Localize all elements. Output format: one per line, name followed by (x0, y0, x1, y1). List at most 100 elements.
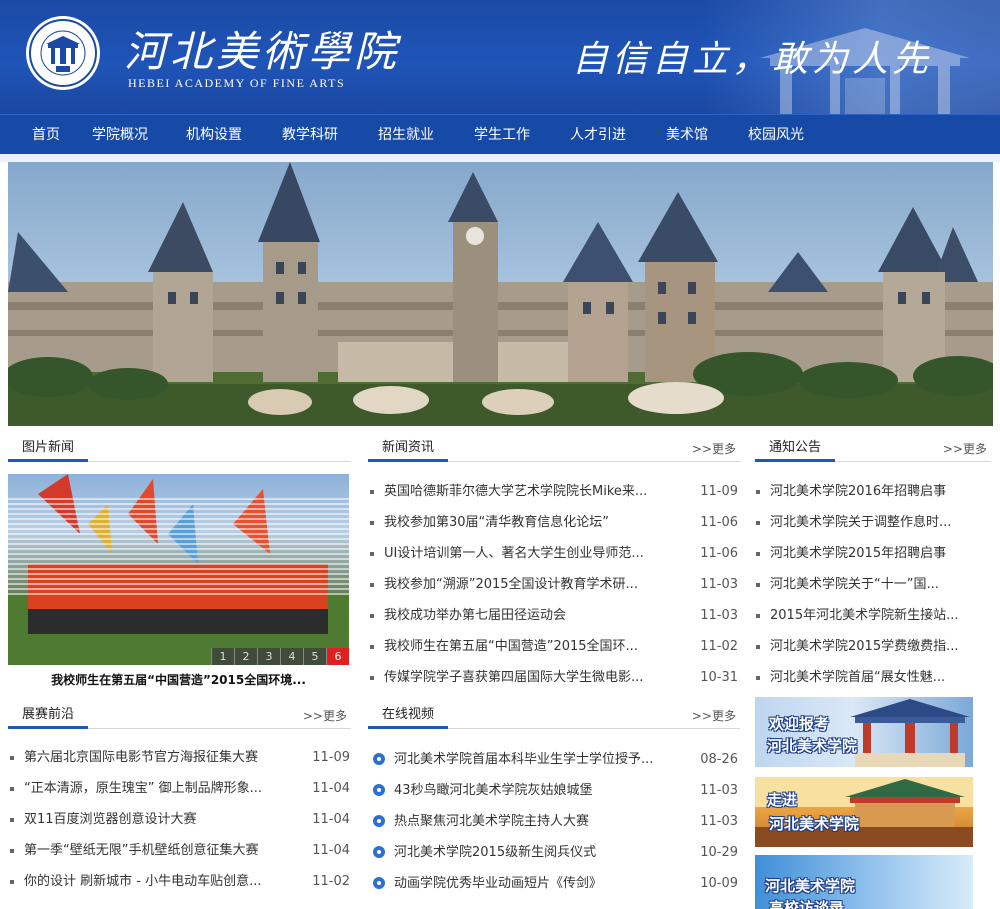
play-icon (373, 784, 385, 796)
play-icon (373, 753, 385, 765)
list-item[interactable]: 河北美术学院2015学费缴费指... (756, 631, 986, 662)
pager-1[interactable]: 1 (211, 648, 234, 665)
nav-item-talent[interactable]: 人才引进 (550, 115, 646, 155)
list-item[interactable]: UI设计培训第一人、著名大学生创业导师范... 11-06 (370, 538, 738, 569)
ad2-line2: 河北美术学院 (769, 815, 860, 833)
exhibitions-title[interactable]: 展赛前沿 (8, 707, 89, 729)
site-header: 河北美術學院 HEBEI ACADEMY OF FINE ARTS 自信自立，敢… (0, 0, 1000, 114)
videos-title[interactable]: 在线视频 (368, 707, 449, 729)
bullet-icon (370, 645, 374, 649)
news-list: 英国哈德斯菲尔德大学艺术学院院长Mike来... 11-09 我校参加第30届“清… (370, 476, 738, 693)
notices-more-link[interactable]: >>更多 (943, 440, 987, 457)
admission-banner[interactable]: 欢迎报考 河北美术学院 (755, 697, 973, 767)
bullet-icon (756, 614, 760, 618)
pager-6[interactable]: 6 (326, 648, 349, 665)
nav-item-home[interactable]: 首页 (20, 115, 72, 155)
ad2-line1: 走进 (767, 791, 798, 809)
list-item[interactable]: 河北美术学院首届“展女性魅... (756, 662, 986, 693)
bullet-icon (756, 490, 760, 494)
videos-list: 河北美术学院首届本科毕业生学士学位授予... 08-26 43秒鸟瞰河北美术学院灰… (372, 744, 738, 899)
ad1-line2: 河北美术学院 (767, 737, 858, 755)
more-arrows-icon: >> (942, 442, 963, 456)
play-icon (373, 815, 385, 827)
exhibitions-list: 第六届北京国际电影节官方海报征集大赛 11-09 “正本清源，原生瑰宝” 御上制品… (10, 742, 350, 897)
nav-item-campus[interactable]: 校园风光 (728, 115, 824, 155)
bullet-icon (370, 521, 374, 525)
exhibitions-header: 展赛前沿 >>更多 (8, 707, 351, 729)
list-item[interactable]: 我校参加第30届“清华教育信息化论坛” 11-06 (370, 507, 738, 538)
list-item[interactable]: 我校参加“溯源”2015全国设计教育学术研... 11-03 (370, 569, 738, 600)
castle-illustration-icon (8, 162, 993, 426)
videos-more-link[interactable]: >>更多 (692, 707, 736, 724)
notices-list: 河北美术学院2016年招聘启事 河北美术学院关于调整作息时... 河北美术学院2… (756, 476, 986, 693)
list-item[interactable]: 河北美术学院关于调整作息时... (756, 507, 986, 538)
pager-2[interactable]: 2 (234, 648, 257, 665)
list-item[interactable]: 河北美术学院2016年招聘启事 (756, 476, 986, 507)
nav-item-students[interactable]: 学生工作 (454, 115, 550, 155)
news-more-link[interactable]: >>更多 (692, 440, 736, 457)
bullet-icon (10, 849, 14, 853)
exhibitions-more-link[interactable]: >>更多 (303, 707, 347, 724)
logo-english: HEBEI ACADEMY OF FINE ARTS (128, 76, 346, 90)
list-item[interactable]: 河北美术学院2015级新生阅兵仪式 10-29 (372, 837, 738, 868)
list-item[interactable]: 我校成功举办第七届田径运动会 11-03 (370, 600, 738, 631)
list-item[interactable]: 第六届北京国际电影节官方海报征集大赛 11-09 (10, 742, 350, 773)
notices-title[interactable]: 通知公告 (755, 440, 836, 462)
main-nav: 首页 学院概况 机构设置 教学科研 招生就业 学生工作 人才引进 美术馆 校园风… (0, 114, 1000, 154)
logo-chinese[interactable]: 河北美術學院 (124, 18, 400, 79)
bullet-icon (756, 521, 760, 525)
photo-news-title[interactable]: 图片新闻 (8, 440, 89, 462)
bullet-icon (756, 552, 760, 556)
list-item[interactable]: “正本清源，原生瑰宝” 御上制品牌形象... 11-04 (10, 773, 350, 804)
bullet-icon (370, 583, 374, 587)
academy-seal-icon (26, 16, 100, 90)
nav-item-gallery[interactable]: 美术馆 (646, 115, 728, 155)
list-item[interactable]: 河北美术学院首届本科毕业生学士学位授予... 08-26 (372, 744, 738, 775)
photo-stripes (8, 498, 349, 598)
list-item[interactable]: 第一季“壁纸无限”手机壁纸创意征集大赛 11-04 (10, 835, 350, 866)
nav-item-admissions[interactable]: 招生就业 (358, 115, 454, 155)
banner-image[interactable] (8, 162, 993, 426)
videos-more-label: 更多 (711, 709, 736, 723)
bullet-icon (756, 676, 760, 680)
bullet-icon (10, 818, 14, 822)
nav-item-about[interactable]: 学院概况 (72, 115, 166, 155)
bullet-icon (10, 787, 14, 791)
more-arrows-icon: >> (302, 709, 323, 723)
news-more-label: 更多 (711, 442, 736, 456)
nav-item-teaching[interactable]: 教学科研 (262, 115, 358, 155)
notices-more-label: 更多 (962, 442, 987, 456)
bullet-icon (370, 552, 374, 556)
photo-pager: 1 2 3 4 5 6 (211, 648, 349, 665)
list-item[interactable]: 河北美术学院关于“十一”国... (756, 569, 986, 600)
exhibitions-more-label: 更多 (322, 709, 347, 723)
list-item[interactable]: 动画学院优秀毕业动画短片《传剑》 10-09 (372, 868, 738, 899)
interview-banner[interactable]: 河北美术学院 高校访谈录 (755, 855, 973, 909)
bullet-icon (756, 583, 760, 587)
list-item[interactable]: 你的设计 刷新城市 - 小牛电动车贴创意... 11-02 (10, 866, 350, 897)
photo-news-image[interactable]: 1 2 3 4 5 6 (8, 474, 349, 665)
list-item[interactable]: 43秒鸟瞰河北美术学院灰姑娘城堡 11-03 (372, 775, 738, 806)
news-header: 新闻资讯 >>更多 (368, 440, 740, 462)
bullet-icon (10, 880, 14, 884)
news-title[interactable]: 新闻资讯 (368, 440, 449, 462)
list-item[interactable]: 传媒学院学子喜获第四届国际大学生微电影... 10-31 (370, 662, 738, 693)
pager-5[interactable]: 5 (303, 648, 326, 665)
bullet-icon (370, 676, 374, 680)
list-item[interactable]: 2015年河北美术学院新生接站... (756, 600, 986, 631)
nav-item-departments[interactable]: 机构设置 (166, 115, 262, 155)
photo-news-header: 图片新闻 (8, 440, 351, 462)
list-item[interactable]: 热点聚焦河北美术学院主持人大赛 11-03 (372, 806, 738, 837)
visit-banner[interactable]: 走进 河北美术学院 (755, 777, 973, 847)
pager-3[interactable]: 3 (257, 648, 280, 665)
list-item[interactable]: 河北美术学院2015年招聘启事 (756, 538, 986, 569)
list-item[interactable]: 我校师生在第五届“中国营造”2015全国环... 11-02 (370, 631, 738, 662)
photo-news-caption[interactable]: 我校师生在第五届“中国营造”2015全国环境... (8, 671, 349, 688)
videos-header: 在线视频 >>更多 (368, 707, 740, 729)
nav-gap (0, 154, 1000, 162)
list-item[interactable]: 双11百度浏览器创意设计大赛 11-04 (10, 804, 350, 835)
list-item[interactable]: 英国哈德斯菲尔德大学艺术学院院长Mike来... 11-09 (370, 476, 738, 507)
pager-4[interactable]: 4 (280, 648, 303, 665)
ad3-line1: 河北美术学院 (765, 877, 856, 895)
bullet-icon (370, 614, 374, 618)
